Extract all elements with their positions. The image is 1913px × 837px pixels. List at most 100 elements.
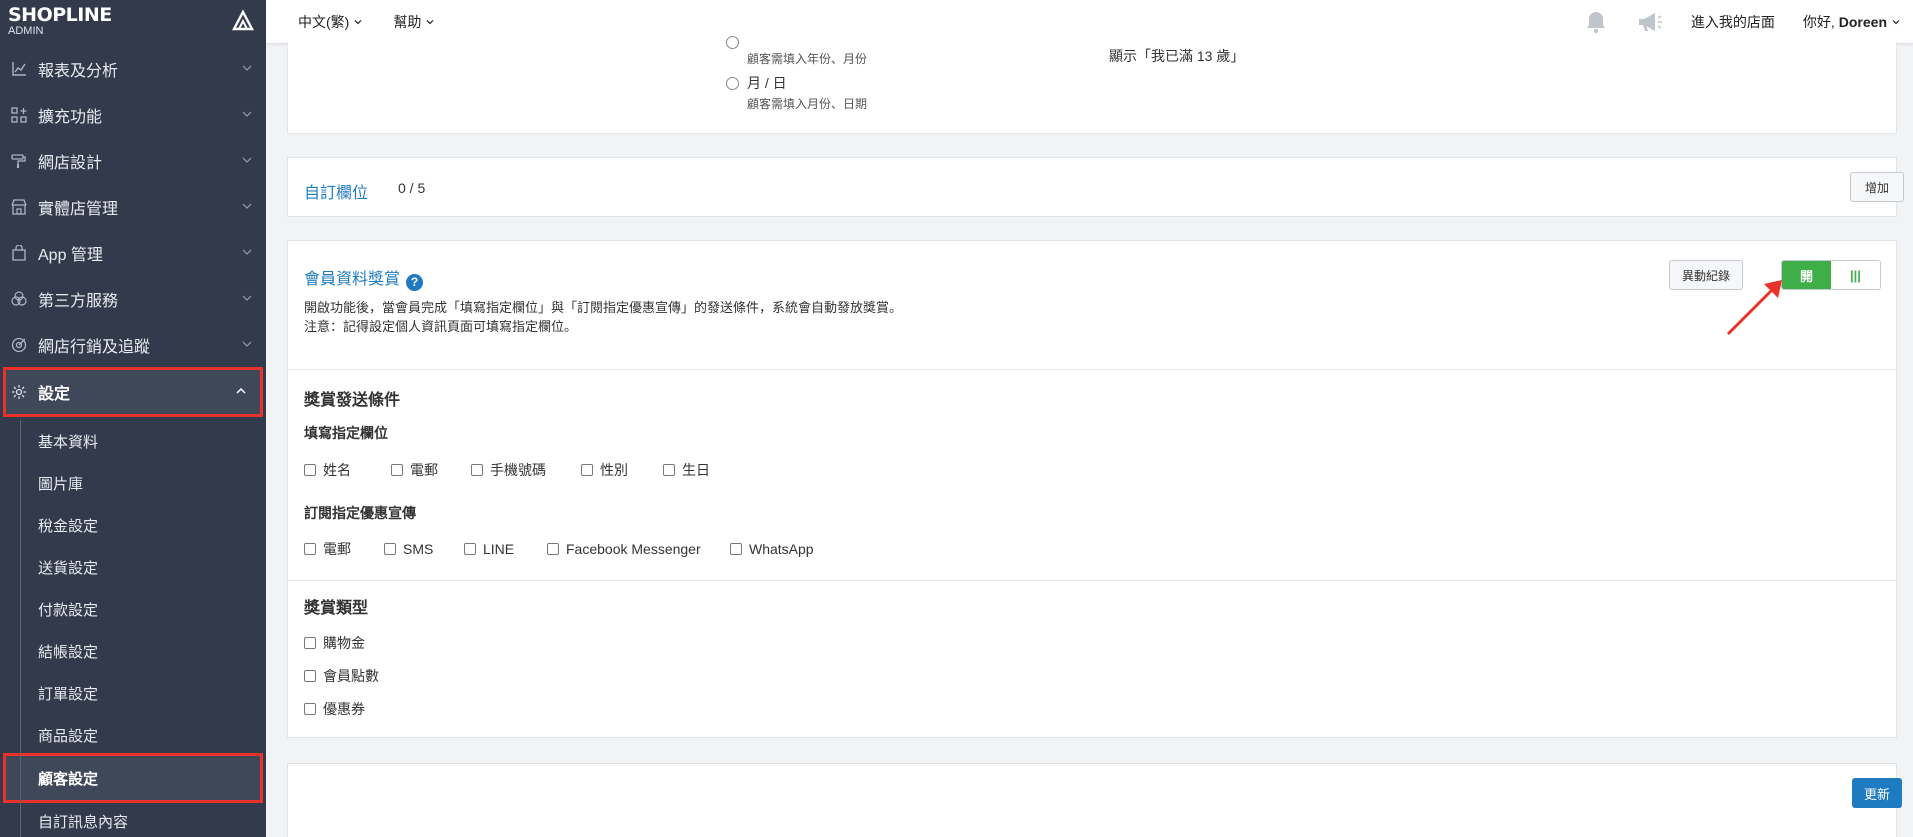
reward-toggle[interactable]: 開 ||| (1781, 260, 1881, 290)
paint-roller-icon (10, 152, 28, 170)
gear-icon (10, 383, 28, 401)
checkbox-box[interactable] (304, 637, 316, 649)
user-name: Doreen (1838, 13, 1887, 30)
help-label: 幫助 (393, 13, 422, 30)
apps-icon (10, 106, 28, 124)
radio-month-day[interactable] (726, 77, 739, 90)
submenu-image-gallery[interactable]: 圖片庫 (38, 462, 266, 504)
custom-fields-card: 自訂欄位 0 / 5 增加 (287, 157, 1904, 217)
chevron-down-icon (242, 341, 252, 347)
checkbox-box[interactable] (663, 464, 675, 476)
checkbox-name[interactable]: 姓名 (304, 460, 391, 480)
update-button[interactable]: 更新 (1852, 778, 1902, 808)
bell-icon[interactable] (1583, 9, 1609, 35)
sidebar-item-label: 實體店管理 (38, 201, 119, 218)
reward-type-coupon[interactable]: 優惠券 (304, 699, 365, 719)
checkbox-phone[interactable]: 手機號碼 (471, 460, 581, 480)
sidebar-item-reports[interactable]: 報表及分析 (0, 46, 266, 92)
shopline-logo: SHOPLINE (8, 4, 112, 26)
sidebar-item-marketing[interactable]: 網店行銷及追蹤 (0, 322, 266, 368)
checkbox-label: SMS (403, 541, 434, 557)
settings-submenu: 基本資料 圖片庫 稅金設定 送貨設定 付款設定 結帳設定 訂單設定 商品設定 顧… (0, 420, 266, 837)
shopping-bag-icon (10, 244, 28, 262)
sidebar-item-label: 報表及分析 (38, 63, 119, 80)
reward-type-store-credit[interactable]: 購物金 (304, 633, 365, 653)
checkbox-box[interactable] (304, 703, 316, 715)
checkbox-sub-sms[interactable]: SMS (384, 541, 464, 557)
reward-description-line: 開啟功能後，當會員完成「填寫指定欄位」與「訂閱指定優惠宣傳」的發送條件，系統會自… (304, 300, 903, 315)
add-custom-field-button[interactable]: 增加 (1850, 172, 1904, 202)
checkbox-label: WhatsApp (749, 541, 814, 557)
admin-label: ADMIN (8, 25, 44, 37)
submenu-basic-info[interactable]: 基本資料 (38, 420, 266, 462)
checkbox-label: 電郵 (323, 541, 351, 557)
chevron-down-icon (354, 19, 362, 24)
checkbox-box[interactable] (384, 543, 396, 555)
submenu-product-settings[interactable]: 商品設定 (38, 714, 266, 756)
submenu-checkout-settings[interactable]: 結帳設定 (38, 630, 266, 672)
footer-card: 更新 (287, 763, 1902, 837)
sidebar-item-label: App 管理 (38, 247, 103, 264)
sidebar-item-label: 第三方服務 (38, 293, 119, 310)
sidebar-item-extensions[interactable]: 擴充功能 (0, 92, 266, 138)
chevron-down-icon (242, 65, 252, 71)
submenu-payment-settings[interactable]: 付款設定 (38, 588, 266, 630)
chevron-down-icon (426, 19, 434, 24)
checkbox-label: 優惠券 (323, 701, 365, 717)
reward-type-points[interactable]: 會員點數 (304, 666, 379, 686)
checkbox-box[interactable] (304, 543, 316, 555)
chevron-down-icon (242, 295, 252, 301)
checkbox-sub-messenger[interactable]: Facebook Messenger (547, 541, 730, 557)
month-day-hint: 顧客需填入月份、日期 (747, 97, 868, 111)
sidebar-item-store-design[interactable]: 網店設計 (0, 138, 266, 184)
sidebar-item-retail-store[interactable]: 實體店管理 (0, 184, 266, 230)
fields-checkbox-row: 姓名 電郵 手機號碼 性別 生日 (304, 460, 710, 480)
language-dropdown[interactable]: 中文(繁) (298, 12, 363, 32)
checkbox-label: 性別 (600, 462, 628, 478)
annotation-arrow-icon (1726, 280, 1782, 336)
chart-icon (10, 60, 28, 78)
help-icon[interactable]: ? (406, 273, 424, 291)
checkbox-box[interactable] (304, 670, 316, 682)
member-reward-card: 會員資料獎賞? 異動紀錄 開 ||| 開啟功能後，當會員完成「填寫指定欄位」與「… (287, 240, 1897, 738)
custom-fields-count: 0 / 5 (398, 180, 426, 196)
sidebar-item-label: 設定 (38, 386, 71, 403)
sidebar-item-settings[interactable]: 設定 (3, 367, 263, 417)
help-dropdown[interactable]: 幫助 (393, 12, 435, 32)
submenu-custom-messages[interactable]: 自訂訊息內容 (38, 800, 266, 837)
checkbox-sub-whatsapp[interactable]: WhatsApp (730, 541, 814, 557)
sidebar-item-app-management[interactable]: App 管理 (0, 230, 266, 276)
toggle-off[interactable]: ||| (1831, 261, 1880, 289)
conditions-title: 獎賞發送條件 (304, 392, 401, 409)
year-month-hint: 顧客需填入年份、月份 (747, 52, 868, 66)
checkbox-box[interactable] (730, 543, 742, 555)
submenu-customer-settings[interactable]: 顧客設定 (3, 753, 263, 803)
enter-store-link[interactable]: 進入我的店面 (1691, 12, 1775, 32)
custom-fields-title: 自訂欄位 (304, 185, 369, 202)
checkbox-birthday[interactable]: 生日 (663, 460, 710, 480)
checkbox-box[interactable] (304, 464, 316, 476)
submenu-order-settings[interactable]: 訂單設定 (38, 672, 266, 714)
megaphone-icon[interactable] (1637, 9, 1663, 35)
checkbox-gender[interactable]: 性別 (581, 460, 663, 480)
sidebar-item-third-party[interactable]: 第三方服務 (0, 276, 266, 322)
radio-year-month[interactable] (726, 36, 739, 49)
checkbox-box[interactable] (581, 464, 593, 476)
checkbox-box[interactable] (547, 543, 559, 555)
brand[interactable]: SHOPLINE ADMIN (0, 0, 266, 46)
submenu-delivery-settings[interactable]: 送貨設定 (38, 546, 266, 588)
subscriptions-title: 訂閱指定優惠宣傳 (304, 505, 416, 521)
checkbox-box[interactable] (471, 464, 483, 476)
chevron-down-icon (242, 203, 252, 209)
checkbox-box[interactable] (464, 543, 476, 555)
fields-title: 填寫指定欄位 (304, 425, 388, 441)
user-menu[interactable]: 你好, Doreen (1803, 12, 1901, 32)
checkbox-sub-email[interactable]: 電郵 (304, 539, 384, 559)
checkbox-box[interactable] (391, 464, 403, 476)
reward-description: 開啟功能後，當會員完成「填寫指定欄位」與「訂閱指定優惠宣傳」的發送條件，系統會自… (304, 298, 902, 336)
checkbox-sub-line[interactable]: LINE (464, 541, 547, 557)
submenu-tax-settings[interactable]: 稅金設定 (38, 504, 266, 546)
checkbox-label: 手機號碼 (490, 462, 546, 478)
checkbox-email[interactable]: 電郵 (391, 460, 471, 480)
sidebar-item-label: 網店行銷及追蹤 (38, 339, 151, 356)
